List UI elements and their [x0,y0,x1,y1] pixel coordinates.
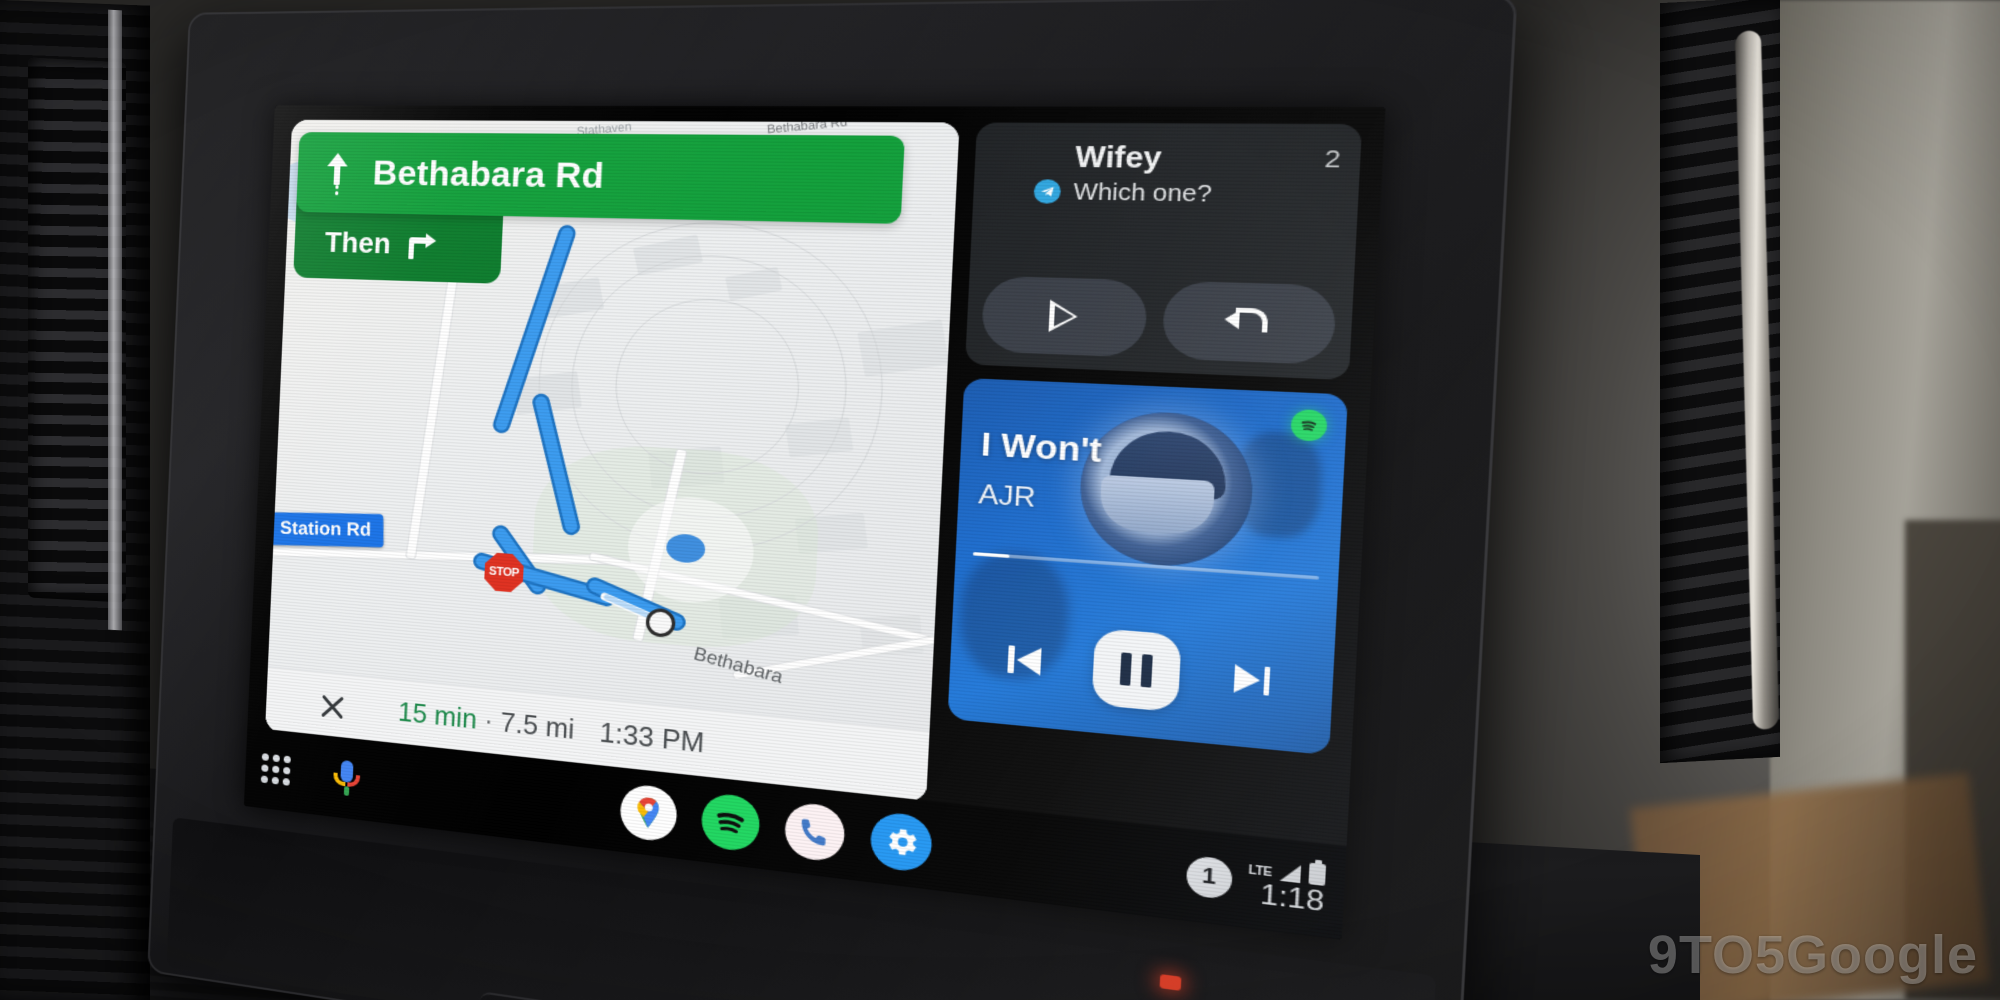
reply-button[interactable] [1160,280,1338,365]
pause-icon-bar [1140,654,1153,688]
next-maneuver-label: Then [324,226,392,260]
map-label-bethabara: Bethabara [691,643,786,688]
media-controls [949,617,1335,727]
navigation-card[interactable]: STOP Station Rd Bethabara Bethabara Rd S… [265,119,960,803]
media-player-card[interactable]: I Won't AJR [947,378,1348,756]
navigation-instruction-banner[interactable]: Bethabara Rd [296,132,905,224]
screenshot-stage: HOLD TUNE/SCROLL [0,0,2000,1000]
pause-icon-bar [1119,652,1132,686]
app-icon-settings[interactable] [869,810,934,874]
app-icon-phone[interactable] [783,801,846,864]
notification-actions [980,275,1338,365]
status-notification-count[interactable]: 1 [1185,854,1233,901]
play-message-button[interactable] [980,275,1148,358]
notification-count-badge: 2 [1323,145,1342,174]
app-icon-google-maps[interactable] [619,782,678,844]
status-indicators: LTE 1:18 [1247,856,1327,919]
notification-message: Which one? [1072,179,1213,208]
taskbar-status-area: 1 LTE 1:18 [1185,849,1327,919]
notification-card[interactable]: Wifey Which one? 2 [965,122,1363,381]
map-road-shield-station-rd: Station Rd [268,512,384,548]
eta-arrival-time: 1:33 PM [598,717,706,759]
chrome-trim-left [108,9,122,631]
turn-right-icon [405,229,438,261]
play-outline-icon [1048,300,1078,333]
head-unit-indicator-led [1159,974,1182,991]
media-artist-name: AJR [977,479,1037,514]
navigation-street-name: Bethabara Rd [371,153,606,196]
taskbar-dock [619,782,934,874]
next-track-button[interactable] [1224,660,1272,699]
previous-track-button[interactable] [1006,642,1051,680]
avatar [991,141,1062,204]
telegram-icon [1033,179,1062,204]
battery-icon [1308,862,1327,886]
reply-arrow-icon [1224,306,1272,338]
status-clock: 1:18 [1259,878,1325,919]
notification-header: Wifey Which one? 2 [973,122,1362,210]
app-icon-spotify[interactable] [700,791,761,854]
apps-grid-icon[interactable] [260,753,292,787]
eta-separator: · [483,706,494,737]
screen-surface: STOP Station Rd Bethabara Bethabara Rd S… [243,105,1386,940]
network-type-label: LTE [1248,864,1273,880]
media-track-title: I Won't [980,426,1103,471]
google-assistant-mic-icon[interactable] [333,759,361,797]
pause-button[interactable] [1091,628,1182,713]
taskbar-left-group [260,751,361,797]
close-navigation-button[interactable] [314,686,352,727]
notification-sender: Wifey [1074,141,1163,175]
signal-bars-icon [1279,862,1302,884]
arrow-up-icon [323,150,351,196]
car-head-unit: HOLD TUNE/SCROLL [147,0,1518,1000]
eta-distance: 7.5 mi [499,707,576,746]
watermark: 9TO5Google [1647,925,1978,985]
android-auto-screen[interactable]: STOP Station Rd Bethabara Bethabara Rd S… [243,105,1386,940]
notification-text-block: Wifey Which one? [1073,141,1308,209]
eta-duration: 15 min [397,697,478,735]
